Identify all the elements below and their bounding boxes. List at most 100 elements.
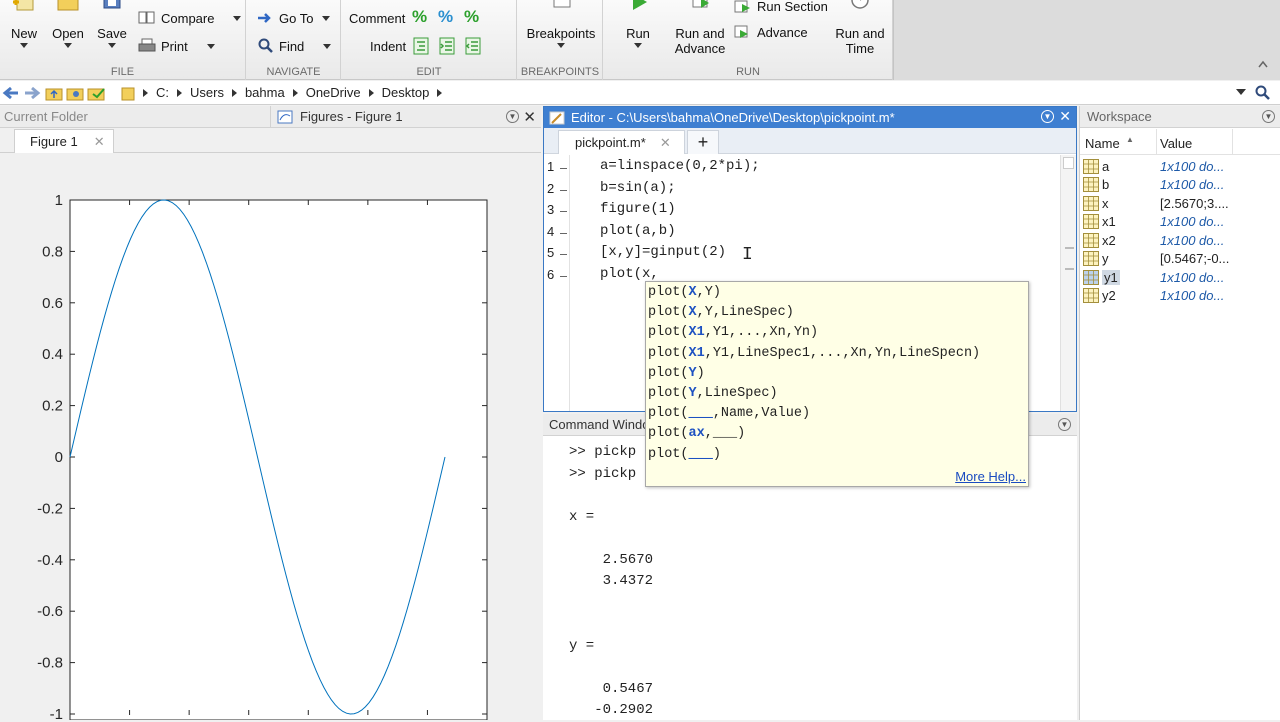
collapse-toolstrip-icon[interactable]: [1258, 60, 1268, 68]
comment-button[interactable]: Comment: [349, 7, 405, 29]
command-window-title: Command Window: [549, 417, 659, 432]
signature-item[interactable]: plot(X1,Y1,...,Xn,Yn): [648, 323, 818, 343]
breakpoint-dash[interactable]: [560, 189, 567, 191]
signature-item[interactable]: plot(Y): [648, 364, 705, 384]
back-arrow-icon[interactable]: [2, 85, 20, 101]
decrease-indent-icon[interactable]: [465, 37, 481, 55]
breakpoint-dash[interactable]: [560, 275, 567, 277]
code-line[interactable]: plot(a,b): [600, 223, 676, 239]
new-button[interactable]: New: [6, 0, 42, 48]
crumb-separator[interactable]: [437, 88, 443, 97]
signature-item[interactable]: plot(X,Y,LineSpec): [648, 303, 794, 323]
editor-menu-icon[interactable]: ▼: [1041, 110, 1054, 123]
crumb-separator[interactable]: [368, 88, 374, 97]
find-button[interactable]: Find: [258, 35, 332, 57]
breakpoints-button[interactable]: Breakpoints: [522, 0, 600, 48]
signature-item[interactable]: plot(___,Name,Value): [648, 404, 810, 424]
crumb-separator[interactable]: [177, 88, 182, 97]
address-dropdown-icon[interactable]: [1236, 89, 1246, 95]
run-section-button[interactable]: Run Section: [734, 0, 828, 17]
breakpoint-dash[interactable]: [560, 232, 567, 234]
crumb-onedrive[interactable]: OneDrive: [306, 85, 361, 100]
figures-close-icon[interactable]: ✕: [523, 108, 536, 126]
up-folder-icon[interactable]: [45, 85, 63, 101]
goto-button[interactable]: Go To: [256, 7, 331, 29]
line-number: 6: [547, 266, 555, 282]
open-caret[interactable]: [64, 43, 72, 48]
editor-tab-pickpoint[interactable]: pickpoint.m* ✕: [558, 130, 685, 154]
workspace-variable-row[interactable]: y [0.5467;-0...: [1080, 250, 1280, 269]
code-line[interactable]: [x,y]=ginput(2): [600, 244, 726, 260]
signature-item[interactable]: plot(X,Y): [648, 283, 721, 303]
increase-indent-icon[interactable]: [439, 37, 455, 55]
command-window-menu-icon[interactable]: ▼: [1058, 418, 1071, 431]
goto-caret[interactable]: [322, 15, 331, 21]
figure-1-tab[interactable]: Figure 1 ✕: [14, 129, 114, 153]
run-button[interactable]: Run: [620, 0, 656, 48]
advance-button[interactable]: Advance: [734, 21, 808, 43]
signature-highlight-arg: X1: [688, 325, 705, 341]
editor-vertical-scrollbar[interactable]: [1060, 155, 1076, 411]
editor-close-icon[interactable]: ✕: [1059, 108, 1071, 125]
more-help-link[interactable]: More Help...: [955, 469, 1026, 484]
signature-item[interactable]: plot(Y,LineSpec): [648, 384, 778, 404]
workspace-value-column[interactable]: Value: [1160, 136, 1192, 151]
crumb-separator[interactable]: [292, 88, 298, 97]
save-caret[interactable]: [108, 43, 116, 48]
crumb-c-drive[interactable]: C:: [156, 85, 169, 100]
breakpoint-dash[interactable]: [560, 211, 567, 212]
address-search-icon[interactable]: [1255, 85, 1271, 101]
code-line[interactable]: plot(x,: [600, 266, 659, 282]
breakpoint-dash[interactable]: [560, 254, 567, 255]
run-caret[interactable]: [634, 43, 642, 48]
signature-item[interactable]: plot(X1,Y1,LineSpec1,...,Xn,Yn,LineSpecn…: [648, 344, 980, 364]
open-button[interactable]: Open: [49, 0, 87, 48]
crumb-separator[interactable]: [231, 88, 237, 97]
workspace-menu-icon[interactable]: ▼: [1262, 110, 1275, 123]
workspace-variable-row[interactable]: y2 1x100 do...: [1080, 287, 1280, 306]
editor-tab-close-icon[interactable]: ✕: [660, 135, 671, 151]
workspace-variable-row[interactable]: b 1x100 do...: [1080, 176, 1280, 195]
comment-percent-icon[interactable]: %: [412, 7, 427, 27]
wrap-comment-icon[interactable]: %: [464, 7, 479, 27]
crumb-desktop[interactable]: Desktop: [382, 85, 430, 100]
indent-button[interactable]: Indent: [370, 35, 406, 57]
crumb-users[interactable]: Users: [190, 85, 224, 100]
save-button[interactable]: Save: [93, 0, 131, 48]
smart-indent-icon[interactable]: [413, 37, 429, 55]
run-play-icon: [633, 0, 647, 10]
workspace-variable-row[interactable]: x2 1x100 do...: [1080, 231, 1280, 250]
current-folder-header[interactable]: Current Folder: [0, 106, 270, 128]
compare-caret[interactable]: [233, 15, 242, 21]
code-line[interactable]: a=linspace(0,2*pi);: [600, 158, 760, 174]
signature-item[interactable]: plot(ax,___): [648, 424, 745, 444]
workspace-variable-row[interactable]: a 1x100 do...: [1080, 157, 1280, 176]
workspace-variable-row[interactable]: x1 1x100 do...: [1080, 213, 1280, 232]
sine-plot[interactable]: 1 0.8 0.6 0.4 0.2 0 -0.2 -0.4 -0.6 -0.8 -1: [0, 153, 541, 720]
breakpoints-caret[interactable]: [557, 43, 565, 48]
matrix-variable-icon: [1083, 214, 1099, 230]
forward-arrow-icon[interactable]: [23, 85, 41, 101]
favorite-folder-icon[interactable]: [87, 85, 107, 101]
code-line[interactable]: b=sin(a);: [600, 180, 676, 196]
workspace-variable-row[interactable]: x [2.5670;3....: [1080, 194, 1280, 213]
crumb-bahma[interactable]: bahma: [245, 85, 285, 100]
print-caret[interactable]: [206, 43, 215, 49]
compare-button[interactable]: Compare: [138, 7, 242, 29]
code-line[interactable]: figure(1): [600, 201, 676, 217]
browse-folder-icon[interactable]: [66, 85, 84, 101]
print-button[interactable]: Print: [138, 35, 215, 57]
find-caret[interactable]: [323, 43, 332, 49]
workspace-name-column[interactable]: Name: [1085, 136, 1120, 151]
figure-tab-close-icon[interactable]: ✕: [94, 134, 105, 150]
run-and-time-button[interactable]: Run and Time: [832, 0, 888, 56]
signature-item[interactable]: plot(___): [648, 445, 721, 465]
uncomment-percent-icon[interactable]: %: [438, 7, 453, 27]
crumb-separator[interactable]: [143, 88, 148, 97]
breakpoint-dash[interactable]: [560, 168, 567, 169]
new-tab-plus-icon[interactable]: +: [687, 130, 719, 154]
workspace-variable-row[interactable]: y1 1x100 do...: [1080, 268, 1280, 287]
run-and-advance-button[interactable]: Run and Advance: [672, 0, 728, 56]
new-caret[interactable]: [20, 43, 28, 48]
figures-menu-icon[interactable]: ▼: [506, 110, 519, 123]
